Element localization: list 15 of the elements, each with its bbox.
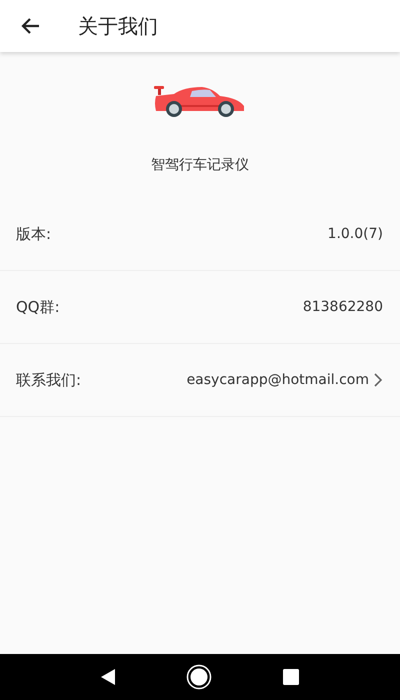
- chevron-right-icon: [373, 373, 383, 387]
- row-label: QQ群:: [16, 298, 60, 316]
- page-title: 关于我们: [78, 12, 158, 40]
- row-label: 联系我们:: [16, 370, 82, 390]
- contact-row[interactable]: 联系我们: easycarapp@hotmail.com: [0, 344, 400, 417]
- back-arrow-icon: [20, 17, 40, 35]
- row-value: 813862280: [302, 299, 383, 315]
- home-nav-icon[interactable]: [186, 664, 212, 690]
- sports-car-icon: [154, 86, 246, 118]
- back-nav-icon[interactable]: [100, 668, 116, 686]
- app-name: 智驾行车记录仪: [151, 156, 249, 174]
- recents-nav-icon[interactable]: [282, 668, 300, 686]
- row-label: 版本:: [16, 224, 52, 244]
- row-value: 1.0.0(7): [328, 226, 383, 242]
- row-value: easycarapp@hotmail.com: [186, 372, 369, 388]
